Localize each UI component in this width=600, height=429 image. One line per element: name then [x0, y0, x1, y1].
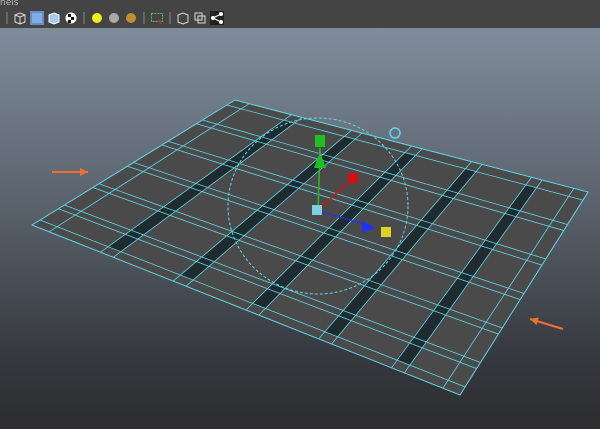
smooth-shade-cube-icon[interactable]: [30, 11, 44, 25]
z-axis-handle: [348, 173, 358, 183]
scale-handle: [381, 227, 391, 237]
3d-viewport[interactable]: [0, 28, 600, 429]
select-region-icon[interactable]: [150, 11, 164, 25]
center-handle: [312, 205, 322, 215]
all-lights-icon[interactable]: [107, 11, 121, 25]
toolbar-divider: [169, 12, 171, 24]
toolbar-divider: [6, 12, 8, 24]
default-light-icon[interactable]: [90, 11, 104, 25]
y-axis-handle: [315, 135, 325, 147]
wireframe-cube-icon[interactable]: [13, 11, 27, 25]
share-icon[interactable]: [210, 11, 224, 25]
wireframe-on-shaded-icon[interactable]: [47, 11, 61, 25]
shadows-icon[interactable]: [124, 11, 138, 25]
panels-menu-label[interactable]: nels: [0, 0, 18, 8]
texture-checker-icon[interactable]: [64, 11, 78, 25]
isolate-select-icon[interactable]: [176, 11, 190, 25]
annotation-arrowhead: [80, 168, 88, 176]
toolbar-divider: [83, 12, 85, 24]
toolbar-divider: [143, 12, 145, 24]
viewport-toolbar: [0, 8, 600, 28]
pivot-handle: [389, 127, 401, 139]
xray-icon[interactable]: [193, 11, 207, 25]
scene: [30, 99, 589, 396]
